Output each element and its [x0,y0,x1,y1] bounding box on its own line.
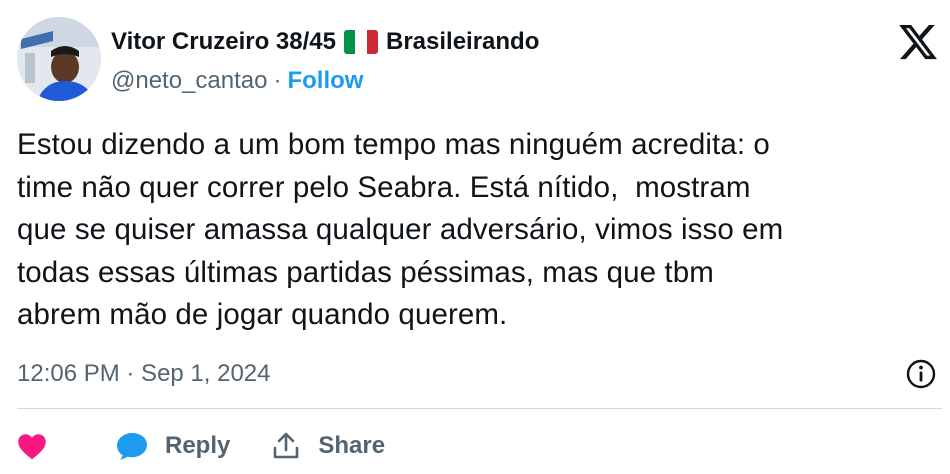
info-icon[interactable] [905,358,937,390]
share-label: Share [318,432,386,459]
display-name[interactable]: Vitor Cruzeiro 38/45 [111,28,336,56]
like-button[interactable] [17,432,47,460]
share-button[interactable]: Share [272,431,385,461]
tweet-timestamp[interactable]: 12:06 PM · Sep 1, 2024 [17,358,271,390]
x-logo-icon[interactable] [897,21,939,63]
separator: · [273,67,282,94]
follow-button[interactable]: Follow [287,67,363,95]
user-name-row: Vitor Cruzeiro 38/45 Brasileirando [111,27,539,57]
share-icon [274,432,299,459]
divider [17,408,942,409]
chat-bubble-icon [117,433,147,460]
avatar-image [17,17,101,101]
reply-button[interactable]: Reply [115,431,230,461]
user-handle[interactable]: @neto_cantao [111,67,267,95]
heart-icon [18,434,46,460]
avatar[interactable] [17,17,101,101]
community-name: Brasileirando [385,28,540,55]
action-bar: Reply Share [17,426,385,466]
italy-flag-icon [343,30,378,54]
handle-row: @neto_cantao · Follow [111,67,363,95]
reply-label: Reply [165,432,231,459]
tweet-text: Estou dizendo a um bom tempo mas ninguém… [17,128,784,331]
